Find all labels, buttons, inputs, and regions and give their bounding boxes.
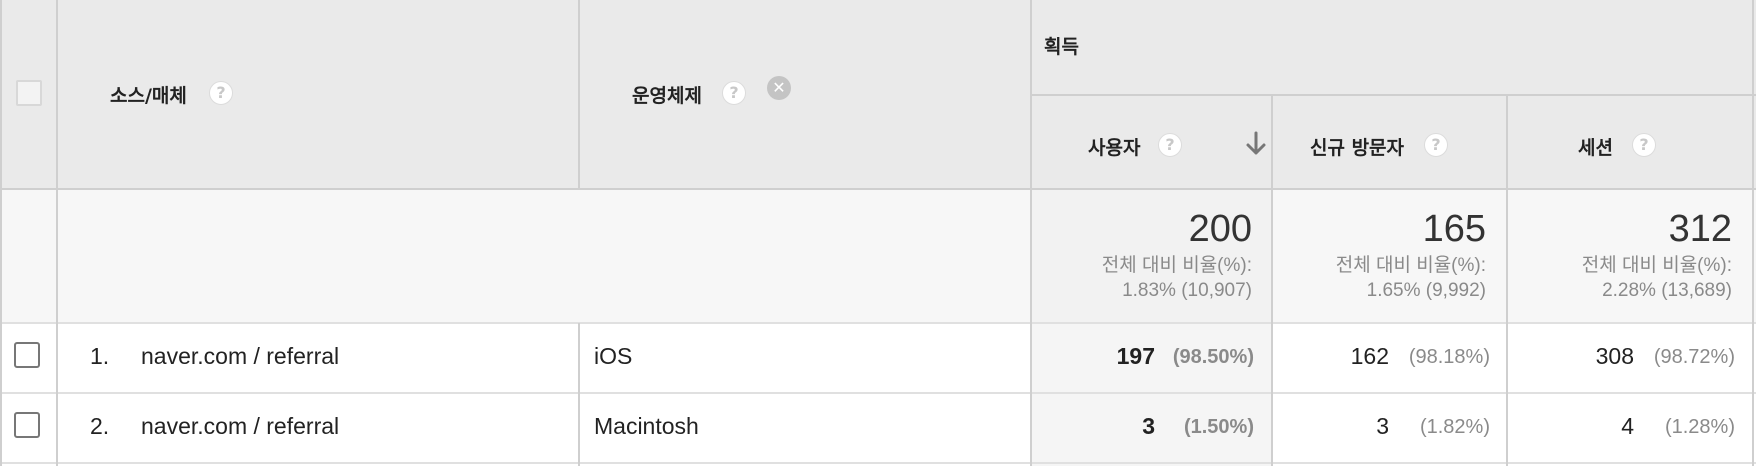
- total-users-value: 200: [1188, 208, 1252, 250]
- total-sessions-value: 312: [1668, 208, 1732, 250]
- users-percent: (1.50%): [1183, 416, 1254, 438]
- divider: [578, 0, 580, 189]
- total-new-visitors-detail: 1.65% (9,992): [1366, 280, 1486, 301]
- column-header-source-medium[interactable]: 소스/매체: [110, 81, 187, 108]
- divider: [0, 0, 2, 466]
- help-icon[interactable]: ?: [1424, 133, 1448, 157]
- divider: [1031, 94, 1756, 96]
- row-checkbox[interactable]: [14, 412, 40, 438]
- divider: [0, 462, 1756, 464]
- help-icon[interactable]: ?: [722, 81, 746, 105]
- row-index: 1.: [90, 343, 110, 369]
- sessions-percent: (98.72%): [1653, 346, 1735, 368]
- help-icon[interactable]: ?: [209, 81, 233, 105]
- row-checkbox[interactable]: [14, 342, 40, 368]
- divider: [0, 188, 1756, 190]
- help-icon[interactable]: ?: [1632, 133, 1656, 157]
- sessions-percent: (1.28%): [1664, 416, 1735, 438]
- row-index: 2.: [90, 413, 110, 439]
- divider: [56, 0, 58, 466]
- sort-descending-icon[interactable]: [1244, 131, 1268, 157]
- divider: [0, 392, 1756, 394]
- divider: [1030, 0, 1032, 466]
- source-medium-link[interactable]: naver.com / referral: [141, 413, 339, 440]
- total-sessions-detail: 2.28% (13,689): [1602, 280, 1732, 301]
- source-medium-link[interactable]: naver.com / referral: [141, 343, 339, 370]
- new-visitors-percent: (98.18%): [1408, 346, 1490, 368]
- select-all-checkbox[interactable]: [16, 80, 42, 106]
- column-header-new-visitors[interactable]: 신규 방문자: [1310, 133, 1404, 160]
- total-users-label: 전체 대비 비율(%):: [1101, 255, 1252, 276]
- sessions-value: 4: [1621, 413, 1634, 439]
- new-visitors-value: 3: [1376, 413, 1389, 439]
- remove-dimension-icon[interactable]: ✕: [767, 76, 791, 100]
- column-group-acquisition: 획득: [1044, 36, 1079, 58]
- sessions-value: 308: [1595, 343, 1634, 369]
- total-new-visitors-value: 165: [1422, 208, 1486, 250]
- column-header-os[interactable]: 운영체제: [632, 81, 702, 108]
- users-value: 197: [1116, 343, 1155, 369]
- divider: [578, 323, 580, 466]
- divider: [0, 322, 1756, 324]
- total-sessions-label: 전체 대비 비율(%):: [1581, 255, 1732, 276]
- column-header-sessions[interactable]: 세션: [1578, 133, 1613, 160]
- os-link[interactable]: Macintosh: [594, 413, 699, 440]
- new-visitors-value: 162: [1350, 343, 1389, 369]
- users-value: 3: [1142, 413, 1155, 439]
- help-icon[interactable]: ?: [1158, 133, 1182, 157]
- users-percent: (98.50%): [1172, 346, 1254, 368]
- divider: [1752, 0, 1754, 466]
- divider: [1271, 95, 1273, 466]
- divider: [1506, 95, 1508, 466]
- totals-row: [0, 189, 1756, 323]
- os-link[interactable]: iOS: [594, 343, 632, 370]
- total-new-visitors-label: 전체 대비 비율(%):: [1335, 255, 1486, 276]
- total-users-detail: 1.83% (10,907): [1122, 280, 1252, 301]
- column-header-users[interactable]: 사용자: [1088, 133, 1140, 160]
- new-visitors-percent: (1.82%): [1419, 416, 1490, 438]
